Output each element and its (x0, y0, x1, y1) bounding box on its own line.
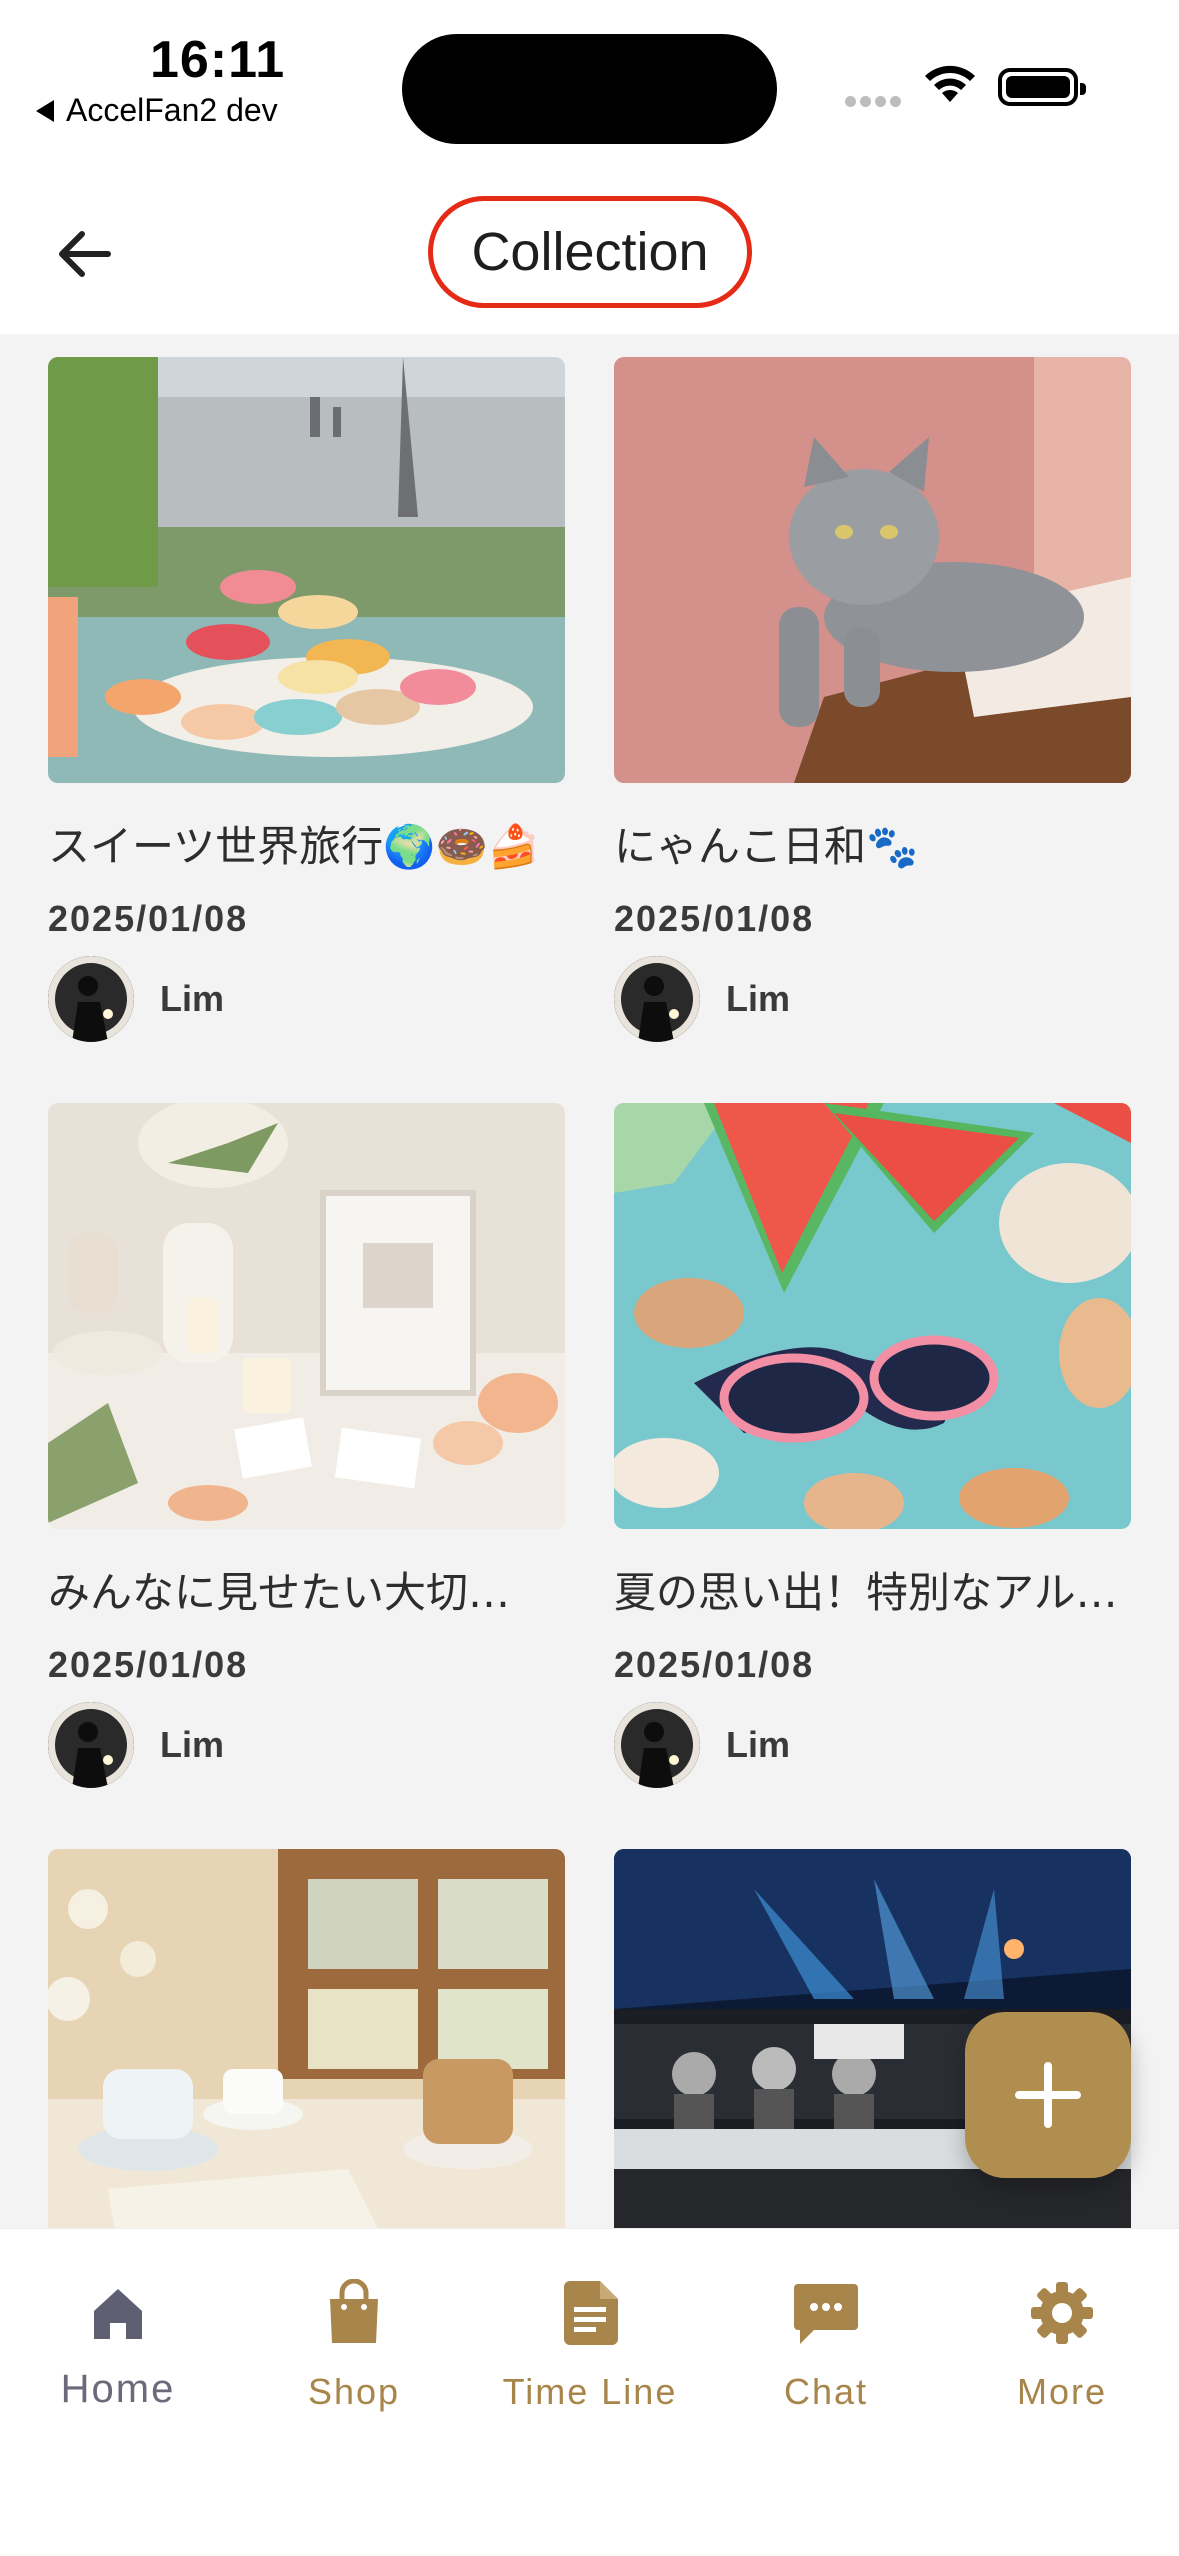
nav-more[interactable]: More (944, 2273, 1179, 2413)
avatar (614, 956, 700, 1042)
author-name: Lim (726, 978, 791, 1019)
card-author: Lim (614, 956, 1131, 1042)
status-bar: 16:11 AccelFan2 dev (0, 0, 1179, 170)
dynamic-island (402, 34, 777, 144)
card-image-summer (614, 1103, 1131, 1529)
card-author: Lim (48, 956, 565, 1042)
avatar (48, 1702, 134, 1788)
battery-icon (998, 68, 1086, 106)
gear-icon (944, 2273, 1179, 2353)
back-to-app-link[interactable]: AccelFan2 dev (36, 92, 278, 129)
nav-chat[interactable]: Chat (708, 2273, 944, 2413)
nav-label: Chat (783, 2371, 869, 2412)
card-title: にゃんこ日和🐾 (614, 822, 919, 871)
card-image-macarons (48, 357, 565, 783)
nav-home[interactable]: Home (0, 2273, 236, 2412)
card-image-flowers-frame (48, 1103, 565, 1529)
card-image-coffee (48, 1849, 565, 2228)
page-title: Collection (471, 222, 709, 282)
author-name: Lim (160, 1724, 225, 1765)
home-icon (0, 2273, 236, 2353)
app-header: Collection (0, 170, 1179, 334)
back-triangle-icon (36, 100, 54, 122)
card-title: 夏の思い出！特別なアル… (614, 1568, 1118, 1617)
card-title: スイーツ世界旅行🌍🍩🍰 (48, 822, 541, 871)
card-image-cat (614, 357, 1131, 783)
nav-shop[interactable]: Shop (236, 2273, 472, 2413)
nav-label: Time Line (502, 2371, 678, 2412)
shopping-bag-icon (236, 2273, 472, 2353)
collection-card[interactable]: みんなに見せたい大切… 2025/01/08 Lim (48, 1103, 565, 1788)
collection-card[interactable]: にゃんこ日和🐾 2025/01/08 Lim (614, 357, 1131, 1042)
card-title: みんなに見せたい大切… (48, 1568, 511, 1617)
avatar (48, 956, 134, 1042)
card-author: Lim (614, 1702, 1131, 1788)
arrow-left-icon[interactable] (52, 222, 116, 286)
collection-card[interactable]: 夏の思い出！特別なアル… 2025/01/08 Lim (614, 1103, 1131, 1788)
card-date: 2025/01/08 (48, 1644, 249, 1685)
collection-card[interactable]: スイーツ世界旅行🌍🍩🍰 2025/01/08 Lim (48, 357, 565, 1042)
nav-label: Shop (307, 2371, 401, 2412)
collection-card[interactable] (48, 1849, 565, 2228)
avatar (614, 1702, 700, 1788)
wifi-icon (922, 62, 978, 111)
collection-grid: スイーツ世界旅行🌍🍩🍰 2025/01/08 Lim にゃんこ日和🐾 2025/… (0, 334, 1179, 2228)
document-icon (472, 2273, 708, 2353)
card-author: Lim (48, 1702, 565, 1788)
bottom-nav: Home Shop Time Line Chat More (0, 2228, 1179, 2556)
author-name: Lim (726, 1724, 791, 1765)
card-date: 2025/01/08 (48, 898, 249, 939)
card-date: 2025/01/08 (614, 1644, 815, 1685)
card-date: 2025/01/08 (614, 898, 815, 939)
status-time: 16:11 (150, 31, 286, 89)
back-app-label: AccelFan2 dev (66, 92, 278, 128)
cellular-dots-icon (845, 94, 905, 108)
chat-bubble-icon (708, 2273, 944, 2353)
nav-label: More (1016, 2371, 1108, 2412)
nav-timeline[interactable]: Time Line (472, 2273, 708, 2413)
author-name: Lim (160, 978, 225, 1019)
plus-icon (1015, 2062, 1081, 2128)
title-highlight: Collection (428, 196, 752, 308)
nav-label: Home (60, 2367, 176, 2411)
add-collection-button[interactable] (965, 2012, 1131, 2178)
